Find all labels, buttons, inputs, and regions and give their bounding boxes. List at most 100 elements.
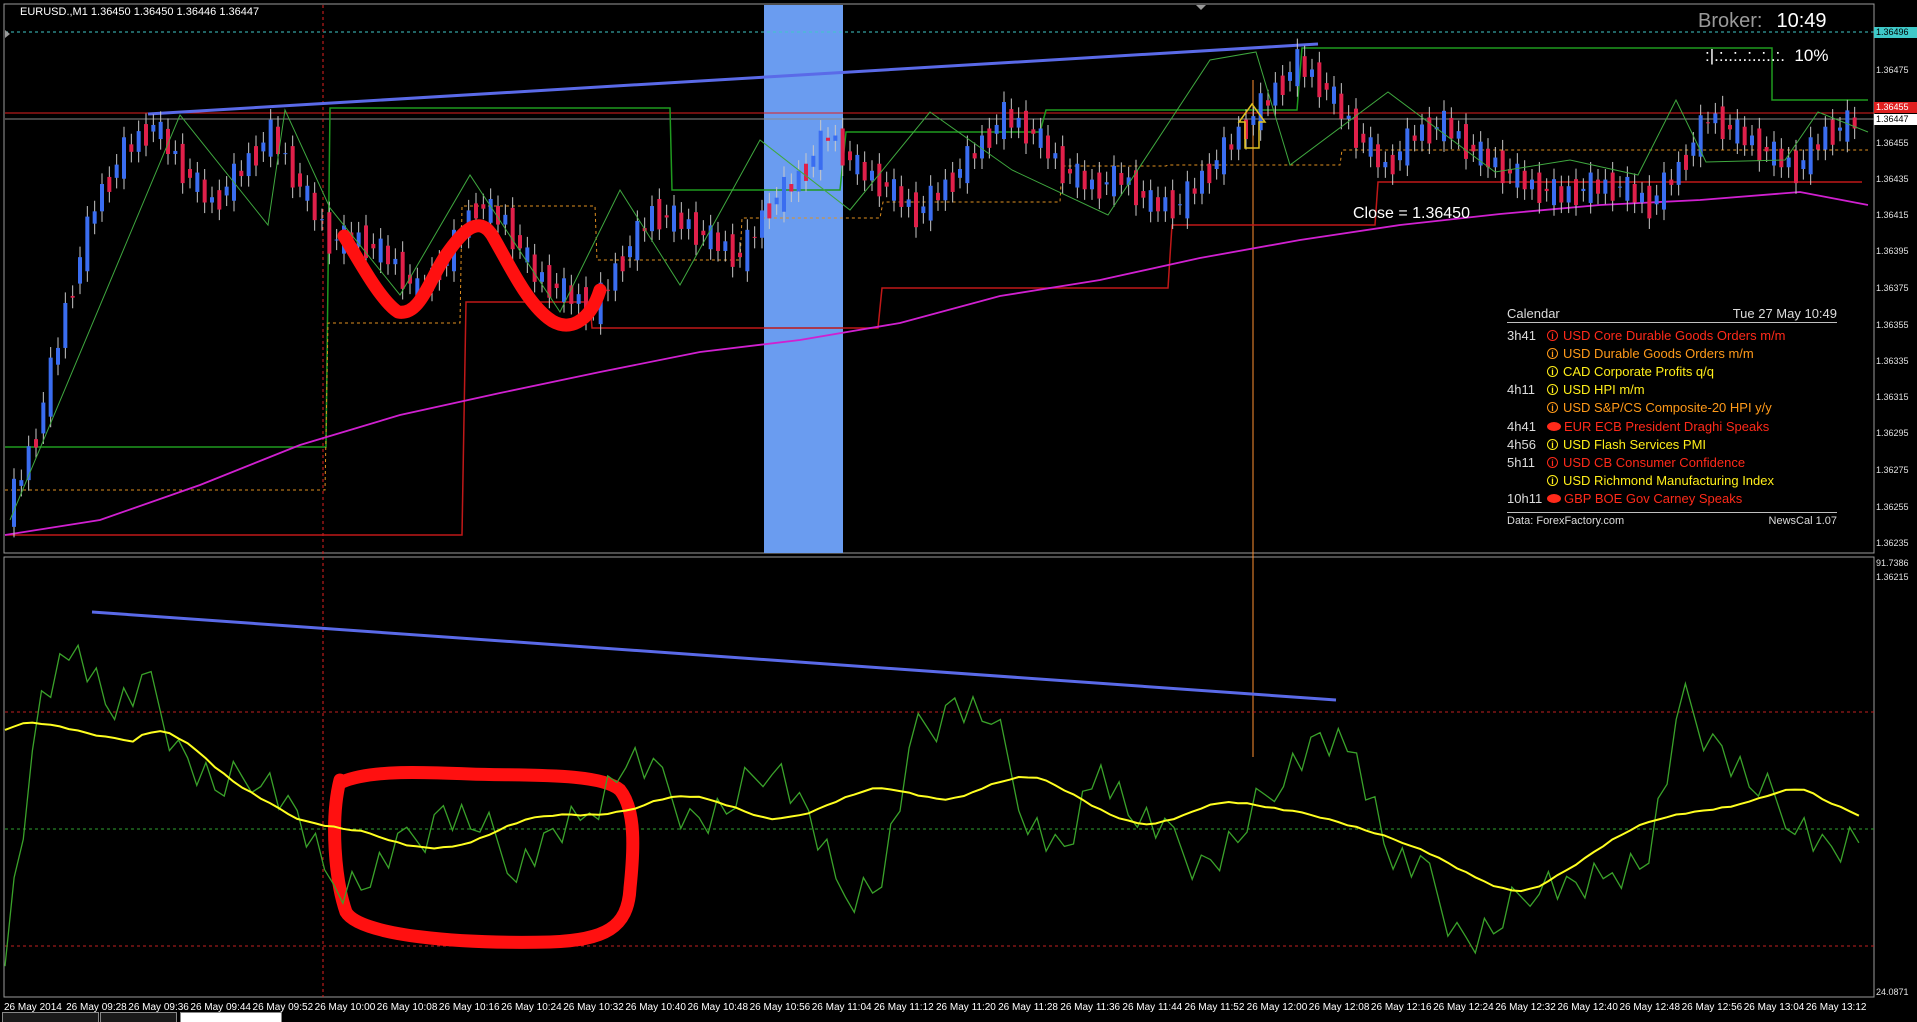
candle-body xyxy=(1742,126,1747,146)
chart-shift-marker[interactable] xyxy=(1196,5,1206,10)
candle-body xyxy=(56,347,60,365)
oscillator-trend-line xyxy=(91,610,1337,702)
price-axis-label: 1.36355 xyxy=(1876,320,1909,330)
calendar-date: Tue 27 May 10:49 xyxy=(1732,306,1837,321)
candle-body xyxy=(1141,191,1146,198)
candle-body xyxy=(386,245,390,265)
candle-body xyxy=(474,203,478,219)
candle-body xyxy=(1632,184,1637,203)
calendar-event-row: 4h11 i USD HPI m/m xyxy=(1507,381,1837,399)
candle-body xyxy=(1596,179,1600,194)
broker-clock: Broker: 10:49 xyxy=(1698,10,1827,33)
candle-body xyxy=(877,163,882,197)
speech-icon xyxy=(1547,421,1561,431)
candle-body xyxy=(1830,119,1835,145)
candle-body xyxy=(518,235,522,249)
candle-body xyxy=(1808,137,1813,175)
info-icon: i xyxy=(1547,456,1558,468)
scroll-marker-left[interactable] xyxy=(5,30,10,38)
candle-body xyxy=(1574,179,1578,206)
candle-body xyxy=(1618,186,1622,188)
candle-body xyxy=(870,170,874,181)
candle-body xyxy=(1060,146,1065,184)
candle-body xyxy=(1383,161,1388,168)
price-axis-label: 1.36255 xyxy=(1876,502,1909,512)
candle-body xyxy=(884,182,889,187)
bar-progress: :|.:..:..:..:..:. 10% xyxy=(1705,46,1829,65)
candle-body xyxy=(1200,170,1204,194)
candle-body xyxy=(1390,154,1395,175)
candle-body xyxy=(1119,172,1124,185)
candle-body xyxy=(804,163,808,181)
candle-body xyxy=(1757,128,1762,162)
calendar-event-row: 10h11 GBP BOE Gov Carney Speaks xyxy=(1507,490,1837,508)
candle-body xyxy=(1148,190,1153,212)
candle-body xyxy=(1368,137,1373,157)
candle-body xyxy=(283,153,288,155)
candle-body xyxy=(606,289,610,291)
calendar-title: Calendar xyxy=(1507,306,1560,321)
price-tag-mid: 1.36455 xyxy=(1874,102,1917,113)
event-time: 4h11 xyxy=(1507,382,1535,398)
event-title: USD Flash Services PMI xyxy=(1563,436,1707,452)
calendar-header: Calendar Tue 27 May 10:49 xyxy=(1507,306,1837,323)
candle-body xyxy=(1288,72,1292,81)
oscillator-line xyxy=(4,643,1860,967)
candle-body xyxy=(928,185,933,221)
candle-body xyxy=(1816,144,1820,150)
candle-body xyxy=(1684,154,1688,170)
candle-body xyxy=(987,128,992,148)
candle-body xyxy=(268,119,273,157)
candle-body xyxy=(1442,110,1446,142)
speech-icon xyxy=(1547,494,1561,504)
candle-body xyxy=(180,143,185,184)
candle-body xyxy=(811,155,816,167)
candle-body xyxy=(745,229,750,272)
candle-body xyxy=(789,184,794,192)
candle-body xyxy=(393,258,398,265)
price-tag-bid: 1.36447 xyxy=(1874,114,1917,125)
candle-body xyxy=(1178,204,1182,206)
event-title: USD Richmond Manufacturing Index xyxy=(1563,473,1774,489)
candle-body xyxy=(1273,82,1278,106)
oscillator-pane-frame xyxy=(3,556,1875,998)
broker-label: Broker: xyxy=(1698,10,1763,32)
calendar-event-row: i CAD Corporate Profits q/q xyxy=(1507,362,1837,380)
candle-body xyxy=(840,128,845,166)
candle-body xyxy=(305,185,310,201)
candle-body xyxy=(1471,144,1476,152)
candle-body xyxy=(114,164,119,178)
candle-body xyxy=(1515,163,1520,188)
price-axis-label: 1.36375 xyxy=(1876,283,1909,293)
price-axis-label: 1.36295 xyxy=(1876,428,1909,438)
candle-body xyxy=(664,215,669,218)
calendar-event-row: 3h41 i USD Core Durable Goods Orders m/m xyxy=(1507,326,1837,344)
candle-body xyxy=(686,219,691,229)
price-axis-label: 1.36335 xyxy=(1876,356,1909,366)
candle-body xyxy=(158,121,163,140)
candle-body xyxy=(1669,179,1674,185)
calendar-event-row: 4h41 EUR ECB President Draghi Speaks xyxy=(1507,417,1837,435)
candle-body xyxy=(173,150,178,155)
candle-body xyxy=(862,161,867,181)
calendar-version: NewsCal 1.07 xyxy=(1768,514,1837,527)
candle-body xyxy=(320,219,324,221)
candle-body xyxy=(965,146,970,184)
candle-body xyxy=(994,124,999,134)
candle-body xyxy=(1280,75,1285,95)
candle-body xyxy=(620,256,625,272)
candle-body xyxy=(613,263,618,291)
price-axis-label: 1.36215 xyxy=(1876,572,1909,582)
candle-body xyxy=(650,206,654,232)
candle-body xyxy=(796,170,801,192)
candle-body xyxy=(833,135,838,141)
candle-body xyxy=(1530,179,1534,190)
candle-body xyxy=(1845,110,1850,142)
event-title: USD CB Consumer Confidence xyxy=(1563,454,1746,470)
info-icon: i xyxy=(1547,438,1558,450)
candle-body xyxy=(1720,106,1725,140)
candle-body xyxy=(818,130,823,170)
candle-body xyxy=(1412,135,1417,141)
candle-body xyxy=(1449,117,1454,139)
candle-body xyxy=(672,205,676,232)
